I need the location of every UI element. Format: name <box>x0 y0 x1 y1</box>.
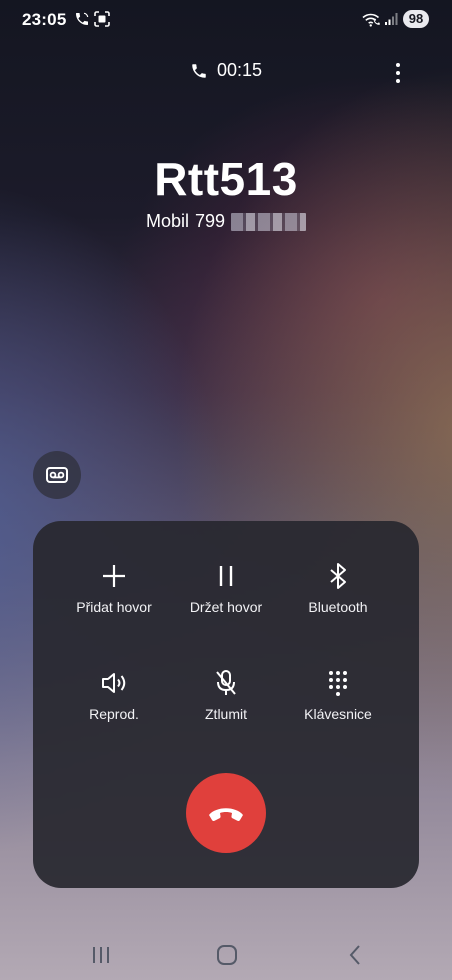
speaker-icon <box>102 673 126 693</box>
caller-number: Mobil 799 <box>0 211 452 232</box>
add-call-button[interactable]: Přidat hovor <box>50 561 178 615</box>
back-button[interactable] <box>340 940 370 970</box>
plus-icon <box>103 565 125 587</box>
call-timer: 00:15 <box>0 60 452 85</box>
number-prefix: 799 <box>194 211 226 231</box>
home-button[interactable] <box>212 940 242 970</box>
signal-icon <box>385 13 398 25</box>
bluetooth-icon <box>330 563 346 589</box>
speaker-button[interactable]: Reprod. <box>50 668 178 722</box>
mute-button[interactable]: Ztlumit <box>162 668 290 722</box>
status-time: 23:05 <box>22 10 67 29</box>
end-call-button[interactable] <box>186 773 266 853</box>
number-label: Mobil <box>145 211 189 231</box>
call-controls-panel: Přidat hovor Držet hovor Bluetooth Repro… <box>33 521 419 888</box>
caller-name: Rtt513 <box>154 153 298 205</box>
hold-call-button[interactable]: Držet hovor <box>162 561 290 615</box>
speaker-label: Reprod. <box>89 706 139 722</box>
call-duration: 00:15 <box>216 60 263 80</box>
more-dot <box>396 71 400 75</box>
back-icon <box>349 945 360 965</box>
more-dot <box>396 63 400 67</box>
phone-call-icon <box>76 12 89 25</box>
mic-off-icon <box>216 670 236 695</box>
wifi-calling-icon <box>362 13 380 27</box>
add-call-label: Přidat hovor <box>76 599 152 615</box>
status-bar: 23:05 98 <box>0 0 452 40</box>
hang-up-icon <box>209 808 243 822</box>
recent-apps-button[interactable] <box>86 940 116 970</box>
bluetooth-label: Bluetooth <box>308 599 368 615</box>
keypad-icon <box>329 671 347 696</box>
screen-record-icon <box>94 11 110 27</box>
keypad-label: Klávesnice <box>304 706 372 722</box>
blurred-number-digits <box>231 212 307 231</box>
home-icon <box>217 945 237 965</box>
pause-icon <box>219 566 233 586</box>
voicemail-icon <box>46 467 68 483</box>
more-dot <box>396 79 400 83</box>
voicemail-button[interactable] <box>33 451 81 499</box>
hold-call-label: Držet hovor <box>189 599 263 615</box>
mute-label: Ztlumit <box>205 706 247 722</box>
keypad-button[interactable]: Klávesnice <box>274 668 402 722</box>
navigation-bar <box>0 930 452 980</box>
more-options-button[interactable] <box>386 61 410 85</box>
bluetooth-button[interactable]: Bluetooth <box>274 561 402 615</box>
recent-apps-icon <box>93 947 109 963</box>
battery-badge: 98 <box>403 10 429 28</box>
phone-icon <box>192 63 206 78</box>
